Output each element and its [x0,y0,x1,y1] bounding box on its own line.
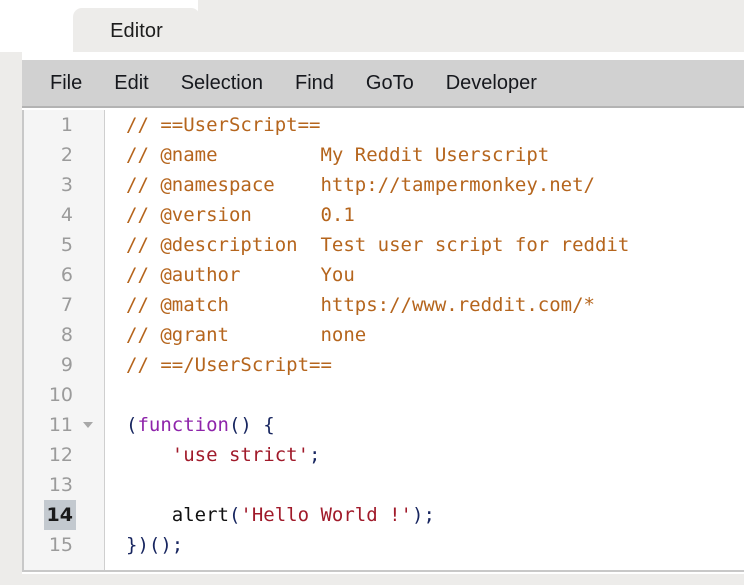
line-number-3[interactable]: 3 [24,170,104,200]
code-token-comment: // ==UserScript== [126,114,321,136]
code-fold-chevron-down-icon[interactable] [83,422,93,428]
menu-item-find[interactable]: Find [279,68,350,99]
editor-window: Editor File Edit Selection Find GoTo Develope… [0,0,744,585]
code-token-comment: // @author You [126,264,355,286]
code-token-punct: ( [228,504,241,526]
line-number-label: 14 [43,500,76,530]
line-number-label: 13 [48,474,73,496]
code-line-11[interactable]: (function() { [106,410,744,440]
code-line-5[interactable]: // @description Test user script for red… [106,230,744,260]
line-number-1[interactable]: 1 [24,110,104,140]
code-line-15[interactable]: })(); [106,530,744,560]
line-number-label: 11 [48,414,73,436]
code-text-area[interactable]: // ==UserScript== // @name My Reddit User… [106,110,744,570]
code-token-comment: // @version 0.1 [126,204,355,226]
line-number-12[interactable]: 12 [24,440,104,470]
menu-bar: File Edit Selection Find GoTo Developer [22,60,744,108]
line-number-7[interactable]: 7 [24,290,104,320]
code-token-string: 'use strict' [171,444,310,466]
code-token-comment: // @description Test user script for red… [126,234,630,256]
line-number-15[interactable]: 15 [24,530,104,560]
code-editor-inner: 1 2 3 4 5 6 7 8 9 10 11 12 13 14 15 // ==UserScript== /… [24,110,744,570]
code-token-comment: // @match https://www.reddit.com/* [126,294,595,316]
line-number-label: 3 [60,174,73,196]
code-line-2[interactable]: // @name My Reddit Userscript [106,140,744,170]
code-token-plain: alert [126,504,229,526]
line-number-label: 1 [60,114,73,136]
line-number-label: 10 [48,384,73,406]
code-token-comment: // @name My Reddit Userscript [126,144,550,166]
line-number-label: 9 [60,354,73,376]
tab-editor-label: Editor [110,20,163,42]
code-line-3[interactable]: // @namespace http://tampermonkey.net/ [106,170,744,200]
line-number-label: 6 [60,264,73,286]
bottom-margin-strip [0,574,744,585]
menu-items: File Edit Selection Find GoTo Developer [22,60,744,106]
line-number-11[interactable]: 11 [24,410,104,440]
line-number-label: 4 [60,204,73,226]
code-line-6[interactable]: // @author You [106,260,744,290]
tab-strip: Editor [0,0,744,52]
code-line-1[interactable]: // ==UserScript== [106,110,744,140]
tab-strip-filler [198,0,744,52]
line-number-13[interactable]: 13 [24,470,104,500]
line-number-9[interactable]: 9 [24,350,104,380]
code-token-comment: // @grant none [126,324,367,346]
code-token-punct: ; [309,444,321,466]
line-number-2[interactable]: 2 [24,140,104,170]
code-token-string: 'Hello World !' [240,504,412,526]
code-line-10[interactable] [106,380,744,410]
code-token-comment: // @namespace http://tampermonkey.net/ [126,174,595,196]
code-line-12[interactable]: 'use strict'; [106,440,744,470]
line-number-label: 7 [60,294,73,316]
menu-item-edit[interactable]: Edit [98,68,164,99]
line-number-10[interactable]: 10 [24,380,104,410]
line-number-5[interactable]: 5 [24,230,104,260]
code-line-9[interactable]: // ==/UserScript== [106,350,744,380]
code-token-punct: ); [412,504,435,526]
line-number-4[interactable]: 4 [24,200,104,230]
code-line-14[interactable]: alert('Hello World !'); [106,500,744,530]
line-number-14[interactable]: 14 [24,500,104,530]
line-number-label: 8 [60,324,73,346]
line-number-label: 15 [48,534,73,556]
code-token-punct: })(); [126,534,184,556]
line-number-6[interactable]: 6 [24,260,104,290]
line-number-label: 5 [60,234,73,256]
line-number-8[interactable]: 8 [24,320,104,350]
line-number-label: 12 [48,444,73,466]
code-token-keyword: function [137,414,229,436]
code-token-punct: ( [126,414,138,436]
code-line-4[interactable]: // @version 0.1 [106,200,744,230]
code-line-8[interactable]: // @grant none [106,320,744,350]
code-line-7[interactable]: // @match https://www.reddit.com/* [106,290,744,320]
code-editor[interactable]: 1 2 3 4 5 6 7 8 9 10 11 12 13 14 15 // ==UserScript== /… [22,110,744,572]
code-token-punct: () { [228,414,275,436]
line-number-label: 2 [60,144,73,166]
menu-item-selection[interactable]: Selection [165,68,279,99]
menu-item-goto[interactable]: GoTo [350,68,430,99]
code-line-13[interactable] [106,470,744,500]
left-margin-strip [0,52,22,585]
code-token-comment: // ==/UserScript== [126,354,332,376]
tab-editor[interactable]: Editor [73,8,200,52]
line-number-gutter: 1 2 3 4 5 6 7 8 9 10 11 12 13 14 15 [24,110,105,570]
menu-item-file[interactable]: File [34,68,98,99]
menu-item-developer[interactable]: Developer [430,68,553,99]
